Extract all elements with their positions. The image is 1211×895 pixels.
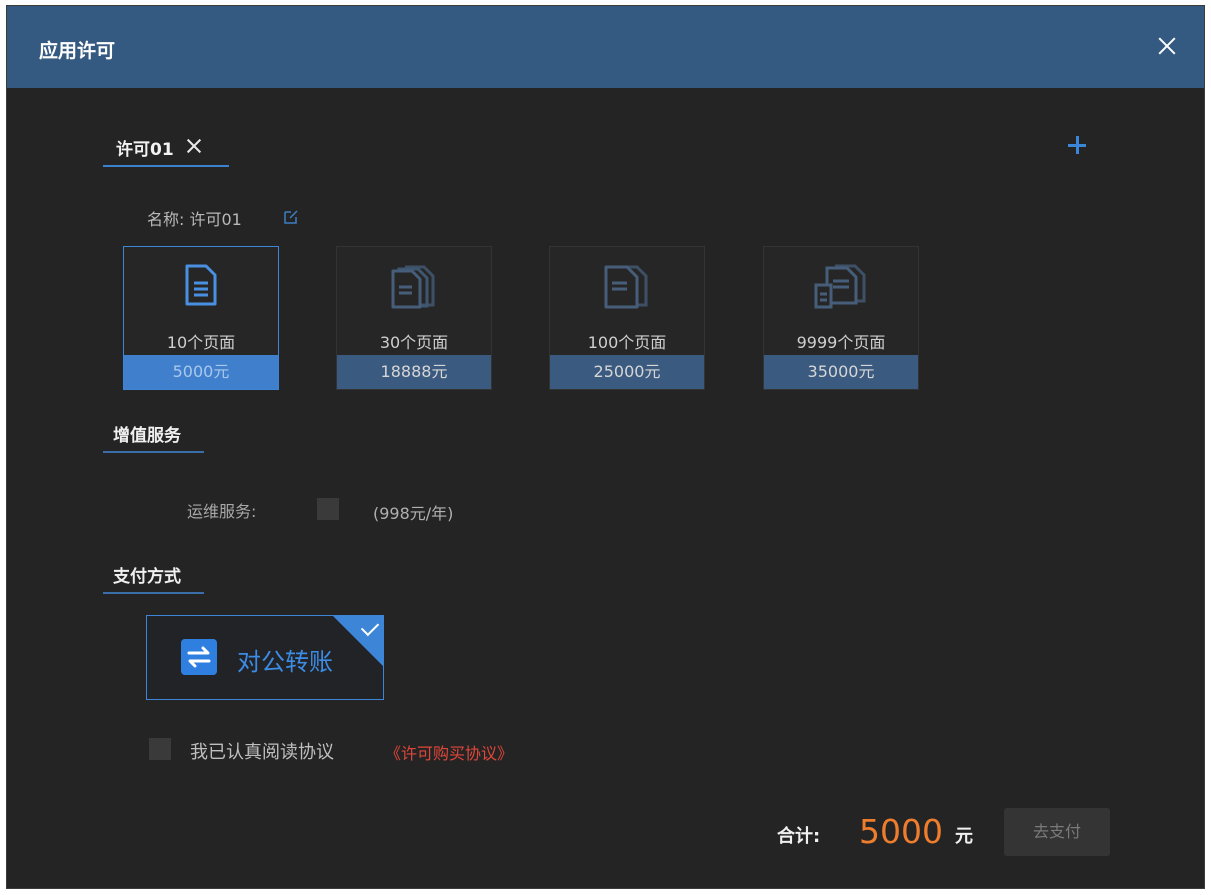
ops-service-label: 运维服务: xyxy=(187,502,257,521)
total-unit: 元 xyxy=(955,826,973,847)
multi-page-icon xyxy=(604,265,648,309)
tab-license-01[interactable]: 许可01 xyxy=(103,131,229,167)
package-label: 10个页面 xyxy=(166,333,236,352)
dialog-title: 应用许可 xyxy=(39,40,116,62)
section-title: 增值服务 xyxy=(113,426,181,446)
agreement-text: 我已认真阅读协议 xyxy=(190,742,334,763)
package-card-10[interactable]: 10个页面 5000元 xyxy=(123,246,279,390)
ops-service-price: (998元/年) xyxy=(373,504,454,523)
single-page-icon xyxy=(185,264,217,306)
payment-option-bank-transfer[interactable]: 对公转账 xyxy=(146,615,384,700)
section-title: 支付方式 xyxy=(113,567,181,587)
section-payment: 支付方式 xyxy=(103,560,204,594)
license-dialog: 应用许可 许可01 名称: 许可01 10个页面 5000元 30个页面 188… xyxy=(6,5,1205,889)
tab-label: 许可01 xyxy=(116,140,174,160)
edit-icon[interactable] xyxy=(283,209,299,225)
license-name-row: 名称: 许可01 xyxy=(147,206,242,230)
package-label: 30个页面 xyxy=(379,333,449,352)
close-icon[interactable] xyxy=(1158,37,1176,55)
package-card-9999[interactable]: 9999个页面 35000元 xyxy=(763,246,919,390)
ops-service-checkbox[interactable] xyxy=(317,498,339,520)
package-card-100[interactable]: 100个页面 25000元 xyxy=(549,246,705,390)
license-name-label: 名称: xyxy=(147,210,185,229)
dialog-header: 应用许可 xyxy=(7,6,1204,88)
stacked-pages-icon xyxy=(814,264,866,309)
pay-button[interactable]: 去支付 xyxy=(1004,808,1110,856)
package-price: 35000元 xyxy=(764,355,918,389)
tab-close-icon[interactable] xyxy=(186,138,202,154)
agreement-link[interactable]: 《许可购买协议》 xyxy=(385,740,513,764)
multi-page-icon xyxy=(391,265,435,309)
agreement-checkbox[interactable] xyxy=(149,738,171,760)
package-card-30[interactable]: 30个页面 18888元 xyxy=(336,246,492,390)
package-price: 5000元 xyxy=(124,355,278,389)
add-tab-icon[interactable] xyxy=(1067,135,1087,155)
package-label: 9999个页面 xyxy=(796,333,886,352)
payment-method-label: 对公转账 xyxy=(237,648,333,676)
section-value-added: 增值服务 xyxy=(103,419,204,453)
package-price: 25000元 xyxy=(550,355,704,389)
package-label: 100个页面 xyxy=(587,333,667,352)
total-value: 5000 xyxy=(859,812,943,851)
transfer-icon xyxy=(181,639,217,675)
total-label: 合计: xyxy=(777,826,821,847)
license-name-value: 许可01 xyxy=(189,210,242,229)
package-price: 18888元 xyxy=(337,355,491,389)
